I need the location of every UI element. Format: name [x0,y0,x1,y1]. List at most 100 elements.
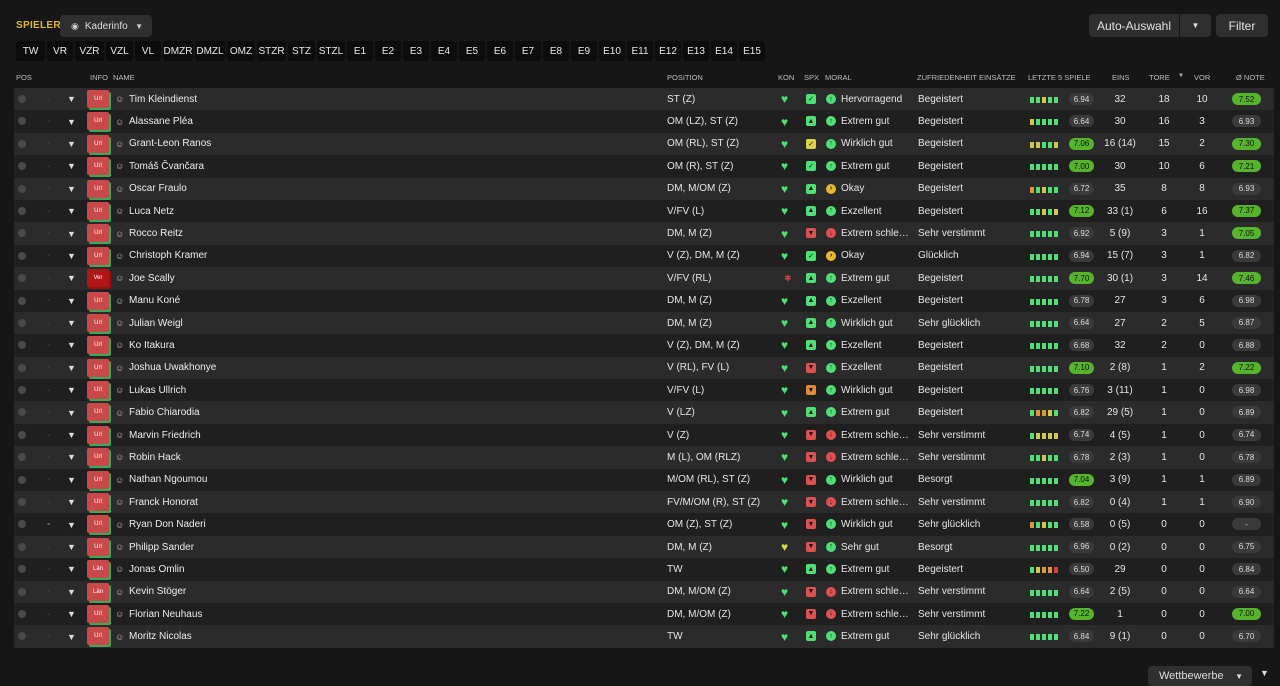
select-checkbox[interactable] [18,498,26,507]
col-name[interactable]: NAME [113,73,135,82]
col-kon[interactable]: KON [778,73,794,82]
chevron-down-icon[interactable]: ▼ [67,603,76,625]
select-checkbox[interactable] [18,632,26,641]
info-badge[interactable]: Url [87,179,109,198]
player-name[interactable]: Joe Scally [129,267,175,289]
select-checkbox[interactable] [18,139,26,148]
info-badge[interactable]: Län [87,560,109,579]
chevron-down-icon[interactable]: ▼ [67,491,76,513]
table-row[interactable]: - ▼ Url ☺ Lukas Ullrich V/FV (L) ♥ ▼ ↑ W… [14,379,1274,402]
table-row[interactable]: - ▼ Url ☺ Rocco Reitz DM, M (Z) ♥ ▼ ↓ Ex… [14,222,1274,245]
chevron-down-icon[interactable]: ▼ [67,446,76,468]
chevron-down-icon[interactable]: ▼ [67,245,76,267]
col-info[interactable]: INFO [90,73,108,82]
position-button-e2[interactable]: E2 [375,41,401,61]
info-badge[interactable]: Url [87,627,109,646]
player-name[interactable]: Kevin Stöger [129,581,186,603]
table-row[interactable]: - ▼ Url ☺ Robin Hack M (L), OM (RLZ) ♥ ▼… [14,446,1274,469]
table-row[interactable]: - ▼ Url ☺ Tomáš Čvančara OM (R), ST (Z) … [14,155,1274,178]
chevron-down-icon[interactable]: ▼ [67,401,76,423]
col-eins[interactable]: EINS [1112,73,1130,82]
select-checkbox[interactable] [18,274,26,283]
info-badge[interactable]: Url [87,336,109,355]
col-tore[interactable]: TORE [1149,73,1170,82]
select-checkbox[interactable] [18,475,26,484]
position-button-e5[interactable]: E5 [459,41,485,61]
col-spx[interactable]: SPX [804,73,819,82]
info-badge[interactable]: Url [87,201,109,220]
position-button-dmzl[interactable]: DMZL [195,41,225,61]
player-name[interactable]: Joshua Uwakhonye [129,357,216,379]
player-name[interactable]: Luca Netz [129,200,174,222]
select-checkbox[interactable] [18,609,26,618]
select-checkbox[interactable] [18,453,26,462]
table-row[interactable]: - ▼ Län ☺ Kevin Stöger DM, M/OM (Z) ♥ ▼ … [14,580,1274,603]
player-name[interactable]: Fabio Chiarodia [129,401,200,423]
chevron-down-icon[interactable]: ▼ [67,133,76,155]
table-row[interactable]: - ▼ Url ☺ Oscar Fraulo DM, M/OM (Z) ♥ ▲ … [14,177,1274,200]
select-checkbox[interactable] [18,229,26,238]
chevron-down-icon[interactable]: ▼ [67,155,76,177]
select-checkbox[interactable] [18,565,26,574]
player-name[interactable]: Julian Weigl [129,312,183,334]
info-badge[interactable]: Url [87,246,109,265]
info-badge[interactable]: Ver [87,269,109,288]
position-button-e6[interactable]: E6 [487,41,513,61]
position-button-stzl[interactable]: STZL [317,41,345,61]
player-name[interactable]: Jonas Omlin [129,558,185,580]
chevron-down-icon[interactable]: ▼ [67,558,76,580]
table-row[interactable]: - ▼ Url ☺ Florian Neuhaus DM, M/OM (Z) ♥… [14,602,1274,626]
player-name[interactable]: Lukas Ullrich [129,379,186,401]
info-badge[interactable]: Url [87,90,109,108]
table-row[interactable]: - ▼ Url ☺ Christoph Kramer V (Z), DM, M … [14,244,1274,268]
position-button-stz[interactable]: STZ [288,41,315,61]
player-name[interactable]: Tomáš Čvančara [129,155,204,177]
player-name[interactable]: Florian Neuhaus [129,603,202,625]
info-badge[interactable]: Url [87,515,109,534]
select-checkbox[interactable] [18,430,26,439]
table-row[interactable]: - ▼ Url ☺ Luca Netz V/FV (L) ♥ ▲ ↑ Exzel… [14,199,1274,223]
position-button-e15[interactable]: E15 [739,41,765,61]
select-checkbox[interactable] [18,117,26,126]
position-button-e13[interactable]: E13 [683,41,709,61]
info-badge[interactable]: Url [87,291,109,310]
table-row[interactable]: - ▼ Url ☺ Marvin Friedrich V (Z) ♥ ▼ ↓ E… [14,423,1274,447]
select-checkbox[interactable] [18,520,26,529]
chevron-down-icon[interactable]: ▼ [67,334,76,356]
player-name[interactable]: Ryan Don Naderi [129,513,206,535]
info-badge[interactable]: Url [87,493,109,512]
col-pos[interactable]: POS [16,73,32,82]
filter-button[interactable]: Filter [1216,14,1268,37]
position-button-e8[interactable]: E8 [543,41,569,61]
position-button-e3[interactable]: E3 [403,41,429,61]
player-name[interactable]: Philipp Sander [129,536,194,558]
col-position[interactable]: POSITION [667,73,703,82]
chevron-down-icon[interactable]: ▼ [67,379,76,401]
select-checkbox[interactable] [18,318,26,327]
table-row[interactable]: - ▼ Url ☺ Manu Koné DM, M (Z) ♥ ▲ ↑ Exze… [14,289,1274,312]
col-vor[interactable]: VOR [1194,73,1210,82]
player-name[interactable]: Marvin Friedrich [129,424,201,446]
chevron-down-icon[interactable]: ▼ [67,581,76,603]
position-button-e1[interactable]: E1 [347,41,373,61]
chevron-down-icon[interactable]: ▼ [67,469,76,491]
select-checkbox[interactable] [18,206,26,215]
player-name[interactable]: Tim Kleindienst [129,88,197,110]
position-button-tw[interactable]: TW [16,41,45,61]
table-row[interactable]: - ▼ Url ☺ Moritz Nicolas TW ♥ ▲ ↑ Extrem… [14,625,1274,648]
player-name[interactable]: Robin Hack [129,446,181,468]
select-checkbox[interactable] [18,542,26,551]
select-checkbox[interactable] [18,408,26,417]
position-button-vl[interactable]: VL [135,41,161,61]
table-row[interactable]: - ▼ Url ☺ Philipp Sander DM, M (Z) ♥ ▼ ↑… [14,535,1274,559]
player-name[interactable]: Franck Honorat [129,491,198,513]
auto-select-dropdown[interactable]: ▼ [1180,14,1211,37]
select-checkbox[interactable] [18,363,26,372]
col-moral[interactable]: MORAL [825,73,852,82]
info-badge[interactable]: Url [87,604,109,623]
table-row[interactable]: - ▼ Url ☺ Nathan Ngoumou M/OM (RL), ST (… [14,468,1274,492]
table-row[interactable]: - ▼ Url ☺ Ryan Don Naderi OM (Z), ST (Z)… [14,513,1274,536]
select-checkbox[interactable] [18,296,26,305]
table-row[interactable]: - ▼ Url ☺ Franck Honorat FV/M/OM (R), ST… [14,491,1274,514]
col-note[interactable]: Ø NOTE [1236,73,1265,82]
